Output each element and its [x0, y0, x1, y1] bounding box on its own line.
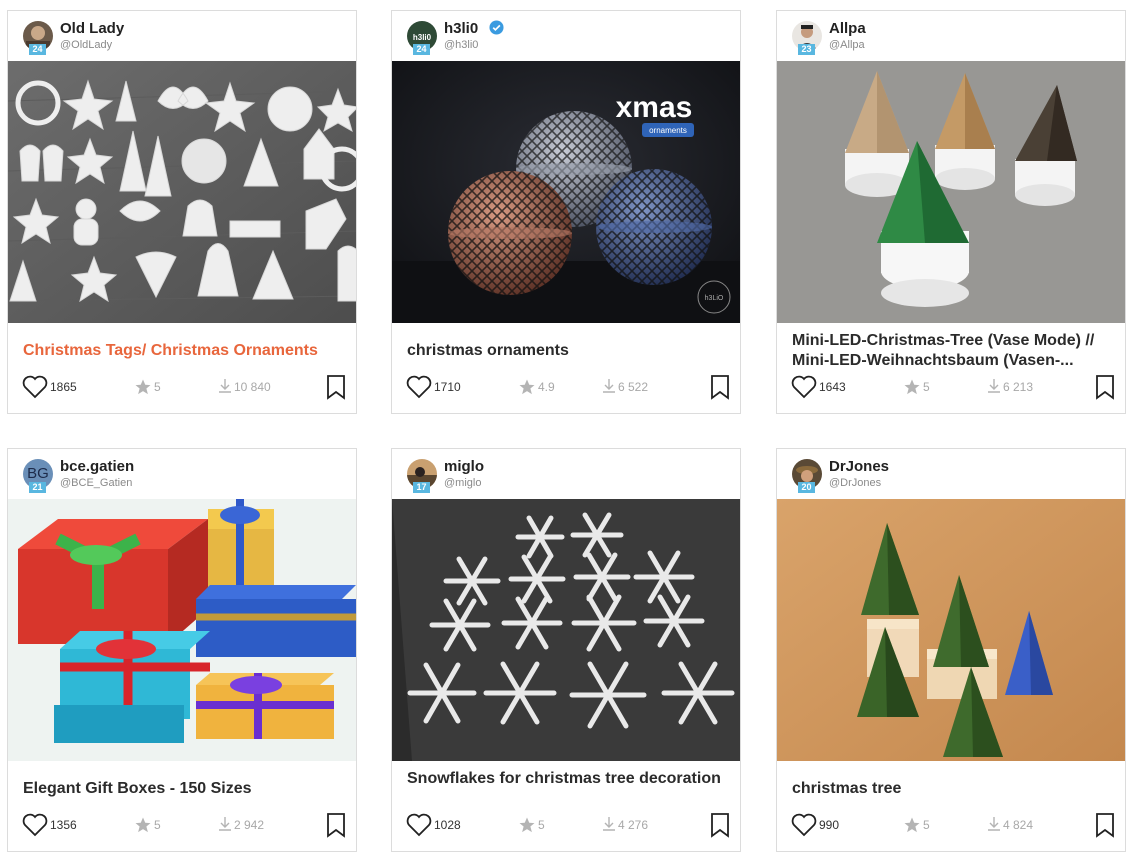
like-count: 1865: [50, 380, 77, 394]
stats-bar: 1710 4.9 6 522: [406, 373, 732, 401]
like-count: 1356: [50, 818, 77, 832]
download-count: 2 942: [234, 818, 265, 832]
bookmark-icon[interactable]: [325, 374, 347, 405]
model-title[interactable]: Mini-LED-Christmas-Tree (Vase Mode) // M…: [792, 331, 1112, 371]
user-handle: @miglo: [444, 477, 482, 489]
user-handle: @h3li0: [444, 39, 479, 51]
level-badge: 20: [798, 482, 815, 493]
card-header: BG 21 bce.gatien @BCE_Gatien: [8, 449, 356, 499]
model-thumbnail[interactable]: [8, 499, 356, 761]
model-title[interactable]: christmas tree: [792, 779, 1112, 799]
heart-icon[interactable]: [22, 375, 48, 404]
level-badge: 24: [413, 44, 430, 55]
star-icon: [518, 378, 536, 401]
rating-value: 5: [923, 818, 930, 832]
level-badge: 23: [798, 44, 815, 55]
level-badge: 17: [413, 482, 430, 493]
download-icon: [218, 378, 232, 399]
download-icon: [987, 378, 1001, 399]
image-headline: xmas: [616, 91, 693, 124]
bookmark-icon[interactable]: [325, 812, 347, 843]
download-count: 6 213: [1003, 380, 1034, 394]
stats-bar: 1028 5 4 276: [406, 811, 732, 839]
image-tag: ornaments: [649, 126, 687, 135]
username[interactable]: miglo: [444, 458, 484, 475]
card-header: 24 Old Lady @OldLady: [8, 11, 356, 61]
rating-value: 5: [154, 380, 161, 394]
heart-icon[interactable]: [406, 375, 432, 404]
model-card[interactable]: BG 21 bce.gatien @BCE_Gatien Elegant Gif…: [7, 448, 357, 852]
heart-icon[interactable]: [406, 813, 432, 842]
star-icon: [903, 816, 921, 839]
stats-bar: 1865 5 10 840: [22, 373, 348, 401]
card-header: 23 Allpa @Allpa: [777, 11, 1125, 61]
stats-bar: 990 5 4 824: [791, 811, 1117, 839]
like-count: 990: [819, 818, 840, 832]
bookmark-icon[interactable]: [1094, 374, 1116, 405]
rating-value: 5: [923, 380, 930, 394]
card-header: h3li0 24 h3li0 @h3li0: [392, 11, 740, 61]
username[interactable]: bce.gatien: [60, 458, 134, 475]
card-header: 20 DrJones @DrJones: [777, 449, 1125, 499]
card-header: 17 miglo @miglo: [392, 449, 740, 499]
level-badge: 21: [29, 482, 46, 493]
model-title[interactable]: christmas ornaments: [407, 341, 727, 361]
download-count: 6 522: [618, 380, 649, 394]
model-card[interactable]: h3li0 24 h3li0 @h3li0 xmas ornaments h3L…: [391, 10, 741, 414]
star-icon: [903, 378, 921, 401]
stats-bar: 1643 5 6 213: [791, 373, 1117, 401]
model-grid: 24 Old Lady @OldLady Christmas Tags/ Chr…: [0, 0, 1132, 854]
model-card[interactable]: 17 miglo @miglo Snowflakes for christmas…: [391, 448, 741, 852]
rating-value: 4.9: [538, 380, 555, 394]
star-icon: [134, 816, 152, 839]
model-thumbnail[interactable]: [392, 499, 740, 761]
model-card[interactable]: 24 Old Lady @OldLady Christmas Tags/ Chr…: [7, 10, 357, 414]
model-card[interactable]: 20 DrJones @DrJones christmas tree 990 5…: [776, 448, 1126, 852]
heart-icon[interactable]: [791, 375, 817, 404]
username[interactable]: Old Lady: [60, 20, 124, 37]
model-title[interactable]: Christmas Tags/ Christmas Ornaments: [23, 341, 343, 361]
user-handle: @DrJones: [829, 477, 882, 489]
heart-icon[interactable]: [791, 813, 817, 842]
model-thumbnail[interactable]: [777, 499, 1125, 761]
model-thumbnail[interactable]: [8, 61, 356, 323]
download-count: 4 824: [1003, 818, 1034, 832]
username[interactable]: h3li0: [444, 20, 478, 37]
avatar-text: h3li0: [413, 33, 432, 42]
rating-value: 5: [154, 818, 161, 832]
model-thumbnail[interactable]: xmas ornaments h3LiO: [392, 61, 740, 323]
like-count: 1028: [434, 818, 461, 832]
username[interactable]: Allpa: [829, 20, 866, 37]
heart-icon[interactable]: [22, 813, 48, 842]
bookmark-icon[interactable]: [1094, 812, 1116, 843]
model-title[interactable]: Elegant Gift Boxes - 150 Sizes: [23, 779, 343, 799]
star-icon: [518, 816, 536, 839]
download-count: 10 840: [234, 380, 271, 394]
verified-icon: [489, 20, 504, 35]
bookmark-icon[interactable]: [709, 812, 731, 843]
download-icon: [987, 816, 1001, 837]
bookmark-icon[interactable]: [709, 374, 731, 405]
like-count: 1643: [819, 380, 846, 394]
user-handle: @OldLady: [60, 39, 113, 51]
image-watermark: h3LiO: [705, 295, 724, 302]
stats-bar: 1356 5 2 942: [22, 811, 348, 839]
user-handle: @Allpa: [829, 39, 865, 51]
model-thumbnail[interactable]: [777, 61, 1125, 323]
download-count: 4 276: [618, 818, 649, 832]
level-badge: 24: [29, 44, 46, 55]
download-icon: [218, 816, 232, 837]
star-icon: [134, 378, 152, 401]
username[interactable]: DrJones: [829, 458, 889, 475]
user-handle: @BCE_Gatien: [60, 477, 133, 489]
like-count: 1710: [434, 380, 461, 394]
model-card[interactable]: 23 Allpa @Allpa Mini-LED-Christmas-Tree …: [776, 10, 1126, 414]
download-icon: [602, 816, 616, 837]
model-title[interactable]: Snowflakes for christmas tree decoration: [407, 769, 727, 789]
download-icon: [602, 378, 616, 399]
rating-value: 5: [538, 818, 545, 832]
